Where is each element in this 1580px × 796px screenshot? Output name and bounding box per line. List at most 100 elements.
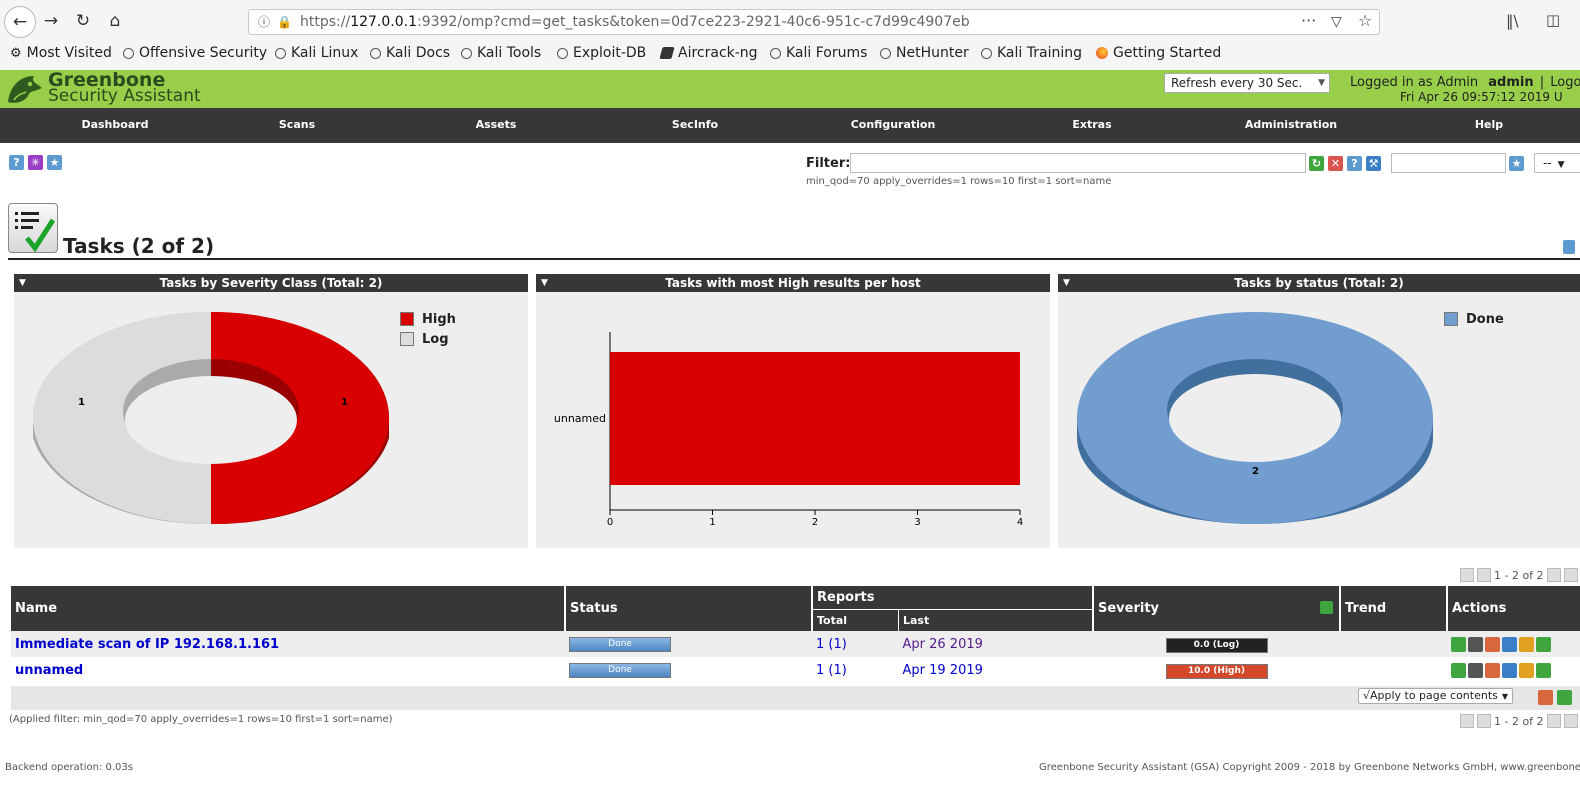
bookmark-nethunter[interactable]: NetHunter — [880, 45, 969, 61]
next-page-icon[interactable] — [1546, 568, 1561, 582]
nav-secinfo[interactable]: SecInfo — [672, 118, 718, 131]
resume-icon[interactable] — [1468, 662, 1483, 678]
library-icon[interactable]: ‖\ — [1506, 12, 1519, 30]
bookmark-aircrack-ng[interactable]: Aircrack-ng — [659, 45, 758, 61]
reports-total-link[interactable]: 1 — [816, 663, 824, 678]
nav-administration[interactable]: Administration — [1245, 118, 1337, 131]
bookmark-getting-started[interactable]: Getting Started — [1096, 45, 1221, 61]
bookmark-kali-tools[interactable]: Kali Tools — [461, 45, 541, 61]
more-actions-icon[interactable]: ··· — [1301, 9, 1316, 33]
nav-configuration[interactable]: Configuration — [851, 118, 936, 131]
username-link[interactable]: admin — [1488, 75, 1533, 90]
last-page-icon[interactable] — [1563, 714, 1578, 728]
dashboard-edit-icon[interactable] — [1563, 240, 1575, 254]
export-icon[interactable] — [1536, 636, 1551, 652]
apply-to-select[interactable]: √Apply to page contents ▼ — [1358, 688, 1513, 704]
saved-filter-select[interactable]: -- ▼ — [1534, 153, 1580, 173]
new-task-wizard-icon[interactable]: ✳ — [28, 155, 43, 170]
start-icon[interactable] — [1451, 636, 1466, 652]
refresh-select[interactable]: Refresh every 30 Sec. ▼ — [1164, 73, 1330, 93]
col-reports: Reports — [812, 586, 1094, 610]
refresh-filter-icon[interactable]: ↻ — [1309, 156, 1324, 171]
reports-total-finished-link[interactable]: (1) — [828, 663, 846, 678]
task-name-link[interactable]: Immediate scan of IP 192.168.1.161 — [11, 631, 565, 657]
pager-text: 1 - 2 of 2 — [1494, 714, 1544, 728]
trash-icon[interactable] — [1485, 662, 1500, 678]
report-last-link[interactable]: Apr 26 2019 — [899, 631, 1094, 657]
clear-filter-icon[interactable]: ✕ — [1328, 156, 1343, 171]
filter-help-icon[interactable]: ? — [1347, 156, 1362, 171]
sidebar-icon[interactable]: ◫ — [1546, 11, 1560, 29]
bookmark-offensive-security[interactable]: Offensive Security — [123, 45, 267, 61]
high-results-bar-chart: unnamed 0 1 2 3 4 — [554, 332, 1023, 528]
start-icon[interactable] — [1451, 662, 1466, 678]
col-reports-total[interactable]: Total — [812, 609, 899, 631]
greenbone-logo-icon[interactable] — [4, 72, 44, 108]
globe-icon — [461, 47, 472, 59]
insecure-lock-icon[interactable]: 🔒 — [277, 10, 292, 34]
bookmark-star-icon[interactable]: ☆ — [1358, 9, 1372, 33]
collapse-triangle-icon[interactable]: ▼ — [1063, 274, 1070, 292]
forward-icon[interactable]: → — [36, 6, 66, 36]
col-actions: Actions — [1447, 586, 1580, 631]
col-status[interactable]: Status — [565, 586, 813, 631]
info-icon[interactable]: ⓘ — [258, 10, 270, 34]
pocket-icon[interactable]: ▽ — [1331, 10, 1342, 34]
filter-name-input[interactable] — [1391, 153, 1506, 173]
bookmark-kali-training[interactable]: Kali Training — [981, 45, 1082, 61]
first-page-icon[interactable] — [1460, 568, 1474, 582]
resume-icon[interactable] — [1468, 636, 1483, 652]
x-tick-label: 2 — [812, 517, 818, 528]
nav-dashboard[interactable]: Dashboard — [81, 118, 148, 131]
filter-input[interactable] — [850, 153, 1306, 173]
nav-assets[interactable]: Assets — [476, 118, 517, 131]
reload-icon[interactable]: ↻ — [68, 6, 98, 36]
clone-icon[interactable] — [1519, 636, 1534, 652]
task-name-link[interactable]: unnamed — [11, 657, 565, 683]
bulk-trash-icon[interactable] — [1538, 690, 1553, 705]
collapse-triangle-icon[interactable]: ▼ — [19, 274, 26, 292]
bulk-export-icon[interactable] — [1557, 690, 1572, 705]
collapse-triangle-icon[interactable]: ▼ — [541, 274, 548, 292]
gear-icon: ⚙ — [10, 45, 22, 61]
col-reports-last[interactable]: Last — [898, 609, 1094, 631]
nav-extras[interactable]: Extras — [1072, 118, 1111, 131]
save-filter-star-icon[interactable]: ★ — [1509, 156, 1524, 171]
legend-label-log: Log — [422, 332, 449, 347]
nav-help[interactable]: Help — [1475, 118, 1503, 131]
col-name[interactable]: Name — [11, 586, 566, 631]
col-severity[interactable]: Severity — [1093, 586, 1341, 631]
severity-label-log: 1 — [78, 397, 85, 408]
globe-icon — [123, 47, 134, 59]
export-icon[interactable] — [1536, 662, 1551, 678]
previous-page-icon[interactable] — [1477, 568, 1491, 582]
power-icon[interactable] — [1320, 601, 1333, 614]
bookmark-kali-linux[interactable]: Kali Linux — [275, 45, 358, 61]
report-last-link[interactable]: Apr 19 2019 — [899, 657, 1094, 683]
home-icon[interactable]: ⌂ — [100, 6, 130, 36]
reports-total-finished-link[interactable]: (1) — [828, 637, 846, 652]
previous-page-icon[interactable] — [1477, 714, 1491, 728]
app-header: Greenbone Security Assistant Refresh eve… — [0, 70, 1580, 108]
clone-icon[interactable] — [1519, 662, 1534, 678]
edit-wrench-icon[interactable] — [1502, 636, 1517, 652]
back-icon[interactable]: ← — [4, 6, 36, 38]
bookmark-kali-docs[interactable]: Kali Docs — [370, 45, 450, 61]
last-page-icon[interactable] — [1563, 568, 1578, 582]
logout-link[interactable]: Logo — [1550, 75, 1580, 90]
new-task-star-icon[interactable]: ★ — [47, 155, 62, 170]
trash-icon[interactable] — [1485, 636, 1500, 652]
bookmark-kali-forums[interactable]: Kali Forums — [770, 45, 867, 61]
severity-donut-chart: 1 1 — [33, 312, 389, 525]
reports-total-link[interactable]: 1 — [816, 637, 824, 652]
first-page-icon[interactable] — [1460, 714, 1474, 728]
help-icon[interactable]: ? — [9, 155, 24, 170]
next-page-icon[interactable] — [1546, 714, 1561, 728]
url-bar[interactable]: ⓘ 🔒 https://127.0.0.1:9392/omp?cmd=get_t… — [248, 9, 1380, 35]
status-donut-chart: 2 — [1077, 312, 1433, 524]
edit-wrench-icon[interactable] — [1502, 662, 1517, 678]
bookmark-exploit-db[interactable]: Exploit-DB — [557, 45, 646, 61]
edit-filter-wrench-icon[interactable]: ⚒ — [1366, 156, 1381, 171]
nav-scans[interactable]: Scans — [279, 118, 315, 131]
bookmark-most-visited[interactable]: ⚙ Most Visited — [10, 45, 112, 61]
